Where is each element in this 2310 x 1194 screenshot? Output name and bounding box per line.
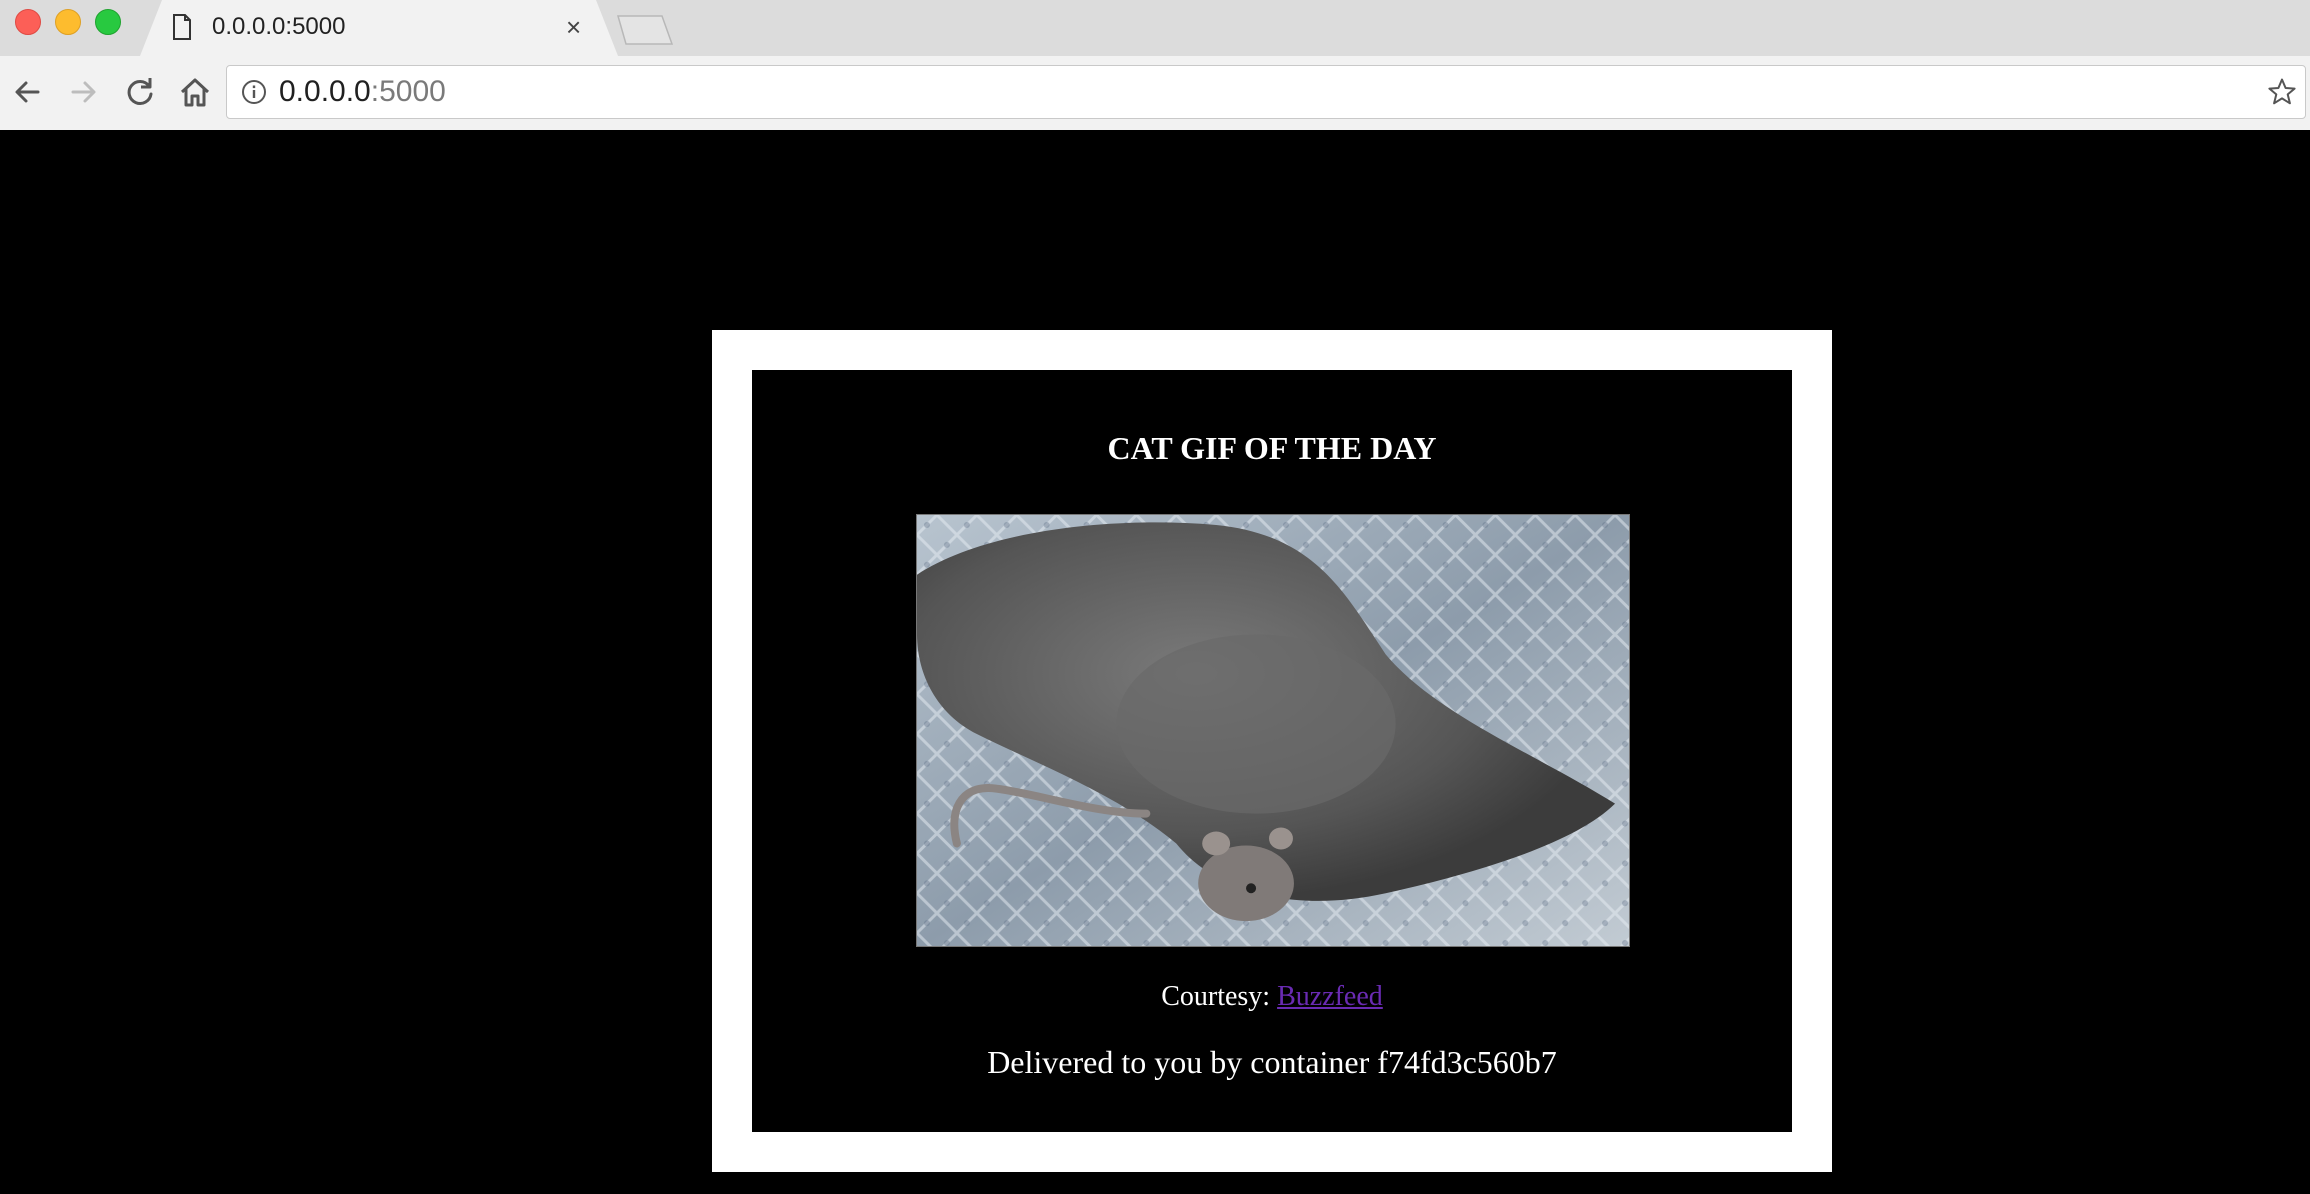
page-icon — [173, 14, 191, 40]
address-bar[interactable]: 0.0.0.0:5000 — [226, 65, 2306, 119]
courtesy-line: Courtesy: Buzzfeed — [752, 980, 1792, 1014]
info-icon[interactable] — [241, 79, 267, 105]
tab-title: 0.0.0.0:5000 — [212, 13, 346, 40]
page-heading: CAT GIF OF THE DAY — [1107, 430, 1437, 466]
url-port: :5000 — [370, 75, 446, 108]
container-id-text: Delivered to you by container f74fd3c560… — [987, 1044, 1557, 1080]
tab-close-icon[interactable]: × — [566, 12, 581, 42]
new-tab-button[interactable] — [612, 14, 678, 46]
courtesy-label: Courtesy: — [1161, 981, 1278, 1012]
home-icon[interactable] — [177, 74, 213, 110]
back-arrow-icon[interactable] — [10, 74, 46, 110]
page-body: CAT GIF OF THE DAY Courtesy: Buzzfeed De… — [0, 130, 2310, 1194]
browser-chrome: 0.0.0.0:5000 × 0.0.0.0:5000 — [0, 0, 2310, 131]
url-host: 0.0.0.0 — [279, 75, 371, 108]
star-icon[interactable] — [2267, 77, 2297, 107]
content-frame: CAT GIF OF THE DAY Courtesy: Buzzfeed De… — [712, 330, 1832, 1172]
tab-strip: 0.0.0.0:5000 × — [0, 0, 2310, 56]
toolbar: 0.0.0.0:5000 — [0, 56, 2310, 130]
cat-gif-image — [916, 514, 1630, 947]
close-window-button[interactable] — [15, 9, 41, 35]
buzzfeed-link[interactable]: Buzzfeed — [1277, 981, 1383, 1012]
forward-arrow-icon[interactable] — [65, 74, 101, 110]
url-text[interactable]: 0.0.0.0:5000 — [279, 75, 446, 109]
content-panel: CAT GIF OF THE DAY Courtesy: Buzzfeed De… — [752, 370, 1792, 1132]
reload-icon[interactable] — [122, 74, 158, 110]
maximize-window-button[interactable] — [95, 9, 121, 35]
minimize-window-button[interactable] — [55, 9, 81, 35]
